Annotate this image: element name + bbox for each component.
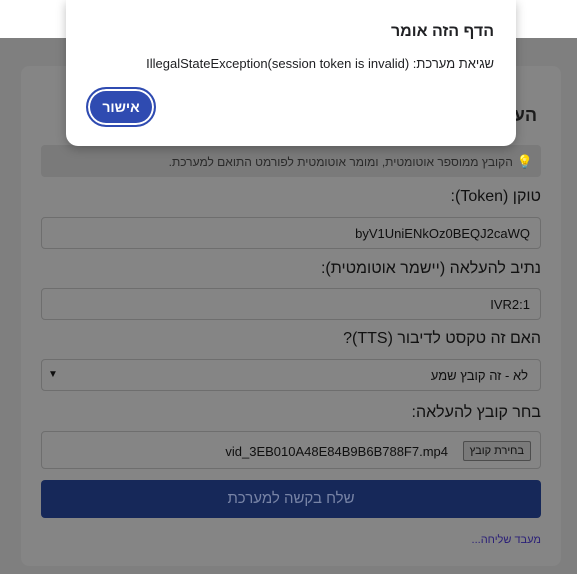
form-title: הע: [513, 105, 537, 125]
tts-label: האם זה טקסט לדיבור (TTS)?: [343, 330, 541, 347]
dialog-message: שגיאת מערכת: IllegalStateException(sessi…: [146, 56, 494, 71]
upload-path-label: נתיב להעלאה (יישמר אוטומטית):: [320, 260, 541, 277]
file-input[interactable]: בחירת קובץ vid_3EB010A48E84B9B6B788F7.mp…: [41, 431, 541, 469]
token-label: טוקן (Token):: [450, 188, 541, 205]
lightbulb-icon: 💡: [516, 154, 533, 169]
file-label: בחר קובץ להעלאה:: [411, 404, 541, 421]
hint-text: הקובץ ממוספר אוטומטית, ומומר אוטומטית לפ…: [168, 155, 513, 169]
ok-button[interactable]: אישור: [86, 87, 156, 127]
token-input-value: byV1UniENkOz0BEQJ2caWQ: [355, 226, 530, 241]
choose-file-button[interactable]: בחירת קובץ: [462, 441, 531, 461]
alert-dialog: הדף הזה אומר שגיאת מערכת: IllegalStateEx…: [66, 0, 516, 146]
selected-file-name: vid_3EB010A48E84B9B6B788F7.mp4: [225, 444, 448, 459]
upload-path-value: IVR2:1: [490, 297, 530, 312]
dialog-title: הדף הזה אומר: [390, 23, 494, 40]
sending-status: מעבד שליחה...: [471, 534, 541, 546]
tts-selected-value: לא - זה קובץ שמע: [430, 368, 528, 383]
token-input[interactable]: byV1UniENkOz0BEQJ2caWQ: [41, 217, 541, 249]
upload-path-input[interactable]: IVR2:1: [41, 288, 541, 320]
hint-box: 💡הקובץ ממוספר אוטומטית, ומומר אוטומטית ל…: [41, 145, 541, 177]
submit-button[interactable]: שלח בקשה למערכת: [41, 480, 541, 518]
chevron-down-icon: ▼: [48, 369, 58, 380]
tts-select[interactable]: לא - זה קובץ שמע ▼: [41, 359, 541, 391]
